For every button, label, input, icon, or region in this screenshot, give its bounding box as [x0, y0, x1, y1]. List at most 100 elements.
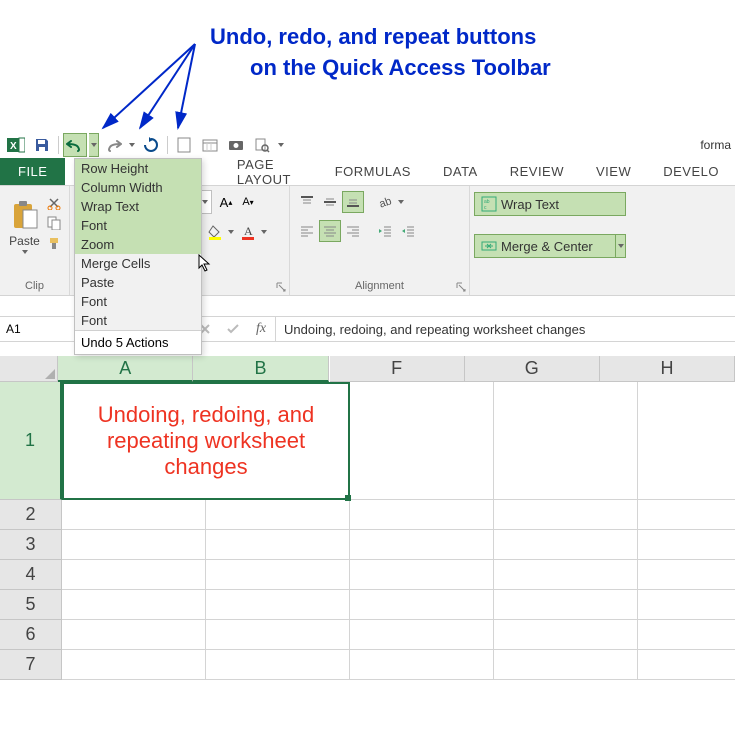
align-top-button[interactable]: [296, 191, 318, 213]
tab-developer[interactable]: DEVELO: [647, 158, 735, 185]
undo-item[interactable]: Zoom: [75, 235, 201, 254]
align-center-button[interactable]: [319, 220, 341, 242]
excel-icon[interactable]: X: [4, 133, 28, 157]
cell[interactable]: [638, 560, 735, 590]
cell[interactable]: [494, 620, 638, 650]
cell[interactable]: [638, 620, 735, 650]
undo-item[interactable]: Merge Cells: [75, 254, 201, 273]
increase-font-button[interactable]: A▴: [216, 191, 236, 213]
decrease-font-button[interactable]: A▾: [238, 191, 258, 213]
cell[interactable]: [206, 560, 350, 590]
cell[interactable]: [350, 382, 494, 500]
cell[interactable]: [350, 620, 494, 650]
undo-item[interactable]: Font: [75, 216, 201, 235]
row-header-6[interactable]: 6: [0, 620, 62, 650]
orientation-button[interactable]: ab: [374, 191, 396, 213]
undo-item[interactable]: Wrap Text: [75, 197, 201, 216]
align-bottom-button[interactable]: [342, 191, 364, 213]
row-header-1[interactable]: 1: [0, 382, 62, 500]
undo-dropdown-arrow[interactable]: [89, 133, 99, 157]
decrease-indent-button[interactable]: [374, 220, 396, 242]
cell[interactable]: [638, 590, 735, 620]
cell[interactable]: [206, 500, 350, 530]
font-color-button[interactable]: A: [237, 220, 259, 244]
dialog-launcher-icon[interactable]: [275, 281, 287, 293]
cell[interactable]: [350, 560, 494, 590]
cell[interactable]: [494, 590, 638, 620]
cell[interactable]: [62, 560, 206, 590]
camera-button[interactable]: [224, 133, 248, 157]
cut-button[interactable]: [45, 194, 63, 212]
row-header-7[interactable]: 7: [0, 650, 62, 680]
tab-review[interactable]: REVIEW: [494, 158, 580, 185]
print-preview-button[interactable]: [250, 133, 274, 157]
cell[interactable]: [638, 500, 735, 530]
undo-item[interactable]: Font: [75, 311, 201, 330]
column-header-g[interactable]: G: [465, 356, 600, 382]
wrap-text-button[interactable]: abc Wrap Text: [474, 192, 626, 216]
insert-function-button[interactable]: fx: [247, 317, 275, 341]
select-all-button[interactable]: [0, 356, 58, 382]
column-header-f[interactable]: F: [330, 356, 465, 382]
confirm-edit-button[interactable]: [219, 317, 247, 341]
redo-dropdown-arrow[interactable]: [127, 133, 137, 157]
row-header-2[interactable]: 2: [0, 500, 62, 530]
chevron-down-icon[interactable]: [226, 220, 236, 244]
cell[interactable]: [494, 382, 638, 500]
cell[interactable]: [62, 650, 206, 680]
cell[interactable]: [206, 650, 350, 680]
redo-button[interactable]: [101, 133, 125, 157]
chevron-down-icon[interactable]: [259, 220, 269, 244]
calendar-button[interactable]: [198, 133, 222, 157]
undo-item[interactable]: Paste: [75, 273, 201, 292]
increase-indent-button[interactable]: [397, 220, 419, 242]
align-left-button[interactable]: [296, 220, 318, 242]
row-header-5[interactable]: 5: [0, 590, 62, 620]
tab-formulas[interactable]: FORMULAS: [319, 158, 427, 185]
row-header-4[interactable]: 4: [0, 560, 62, 590]
align-middle-button[interactable]: [319, 191, 341, 213]
cell[interactable]: [62, 500, 206, 530]
cell[interactable]: [350, 530, 494, 560]
column-header-b[interactable]: B: [193, 356, 328, 382]
format-painter-button[interactable]: [45, 234, 63, 252]
new-file-button[interactable]: [172, 133, 196, 157]
customize-qat-arrow[interactable]: [276, 133, 286, 157]
tab-view[interactable]: VIEW: [580, 158, 647, 185]
merge-center-button[interactable]: Merge & Center: [474, 234, 616, 258]
save-button[interactable]: [30, 133, 54, 157]
cell[interactable]: [638, 530, 735, 560]
column-header-h[interactable]: H: [600, 356, 735, 382]
cell[interactable]: [350, 650, 494, 680]
cell[interactable]: [494, 500, 638, 530]
align-right-button[interactable]: [342, 220, 364, 242]
cell[interactable]: [494, 560, 638, 590]
tab-page-layout[interactable]: PAGE LAYOUT: [221, 158, 319, 185]
cell[interactable]: [494, 650, 638, 680]
repeat-button[interactable]: [139, 133, 163, 157]
dialog-launcher-icon[interactable]: [455, 281, 467, 293]
undo-item[interactable]: Font: [75, 292, 201, 311]
cell[interactable]: [62, 620, 206, 650]
undo-item[interactable]: Row Height: [75, 159, 201, 178]
row-header-3[interactable]: 3: [0, 530, 62, 560]
paste-button[interactable]: Paste: [6, 190, 43, 264]
formula-input[interactable]: Undoing, redoing, and repeating workshee…: [276, 317, 735, 341]
column-header-a[interactable]: A: [58, 356, 193, 382]
cell[interactable]: [350, 500, 494, 530]
cell[interactable]: [494, 530, 638, 560]
copy-button[interactable]: [45, 214, 63, 232]
cell[interactable]: [350, 590, 494, 620]
undo-button[interactable]: [63, 133, 87, 157]
cell[interactable]: [206, 590, 350, 620]
undo-item[interactable]: Column Width: [75, 178, 201, 197]
chevron-down-icon[interactable]: [396, 190, 406, 214]
cell[interactable]: [638, 382, 735, 500]
cell[interactable]: [206, 530, 350, 560]
cell[interactable]: [62, 530, 206, 560]
cell[interactable]: [62, 590, 206, 620]
cell[interactable]: [206, 620, 350, 650]
fill-color-button[interactable]: [204, 220, 226, 244]
tab-file[interactable]: FILE: [0, 158, 65, 185]
chevron-down-icon[interactable]: [616, 234, 626, 258]
